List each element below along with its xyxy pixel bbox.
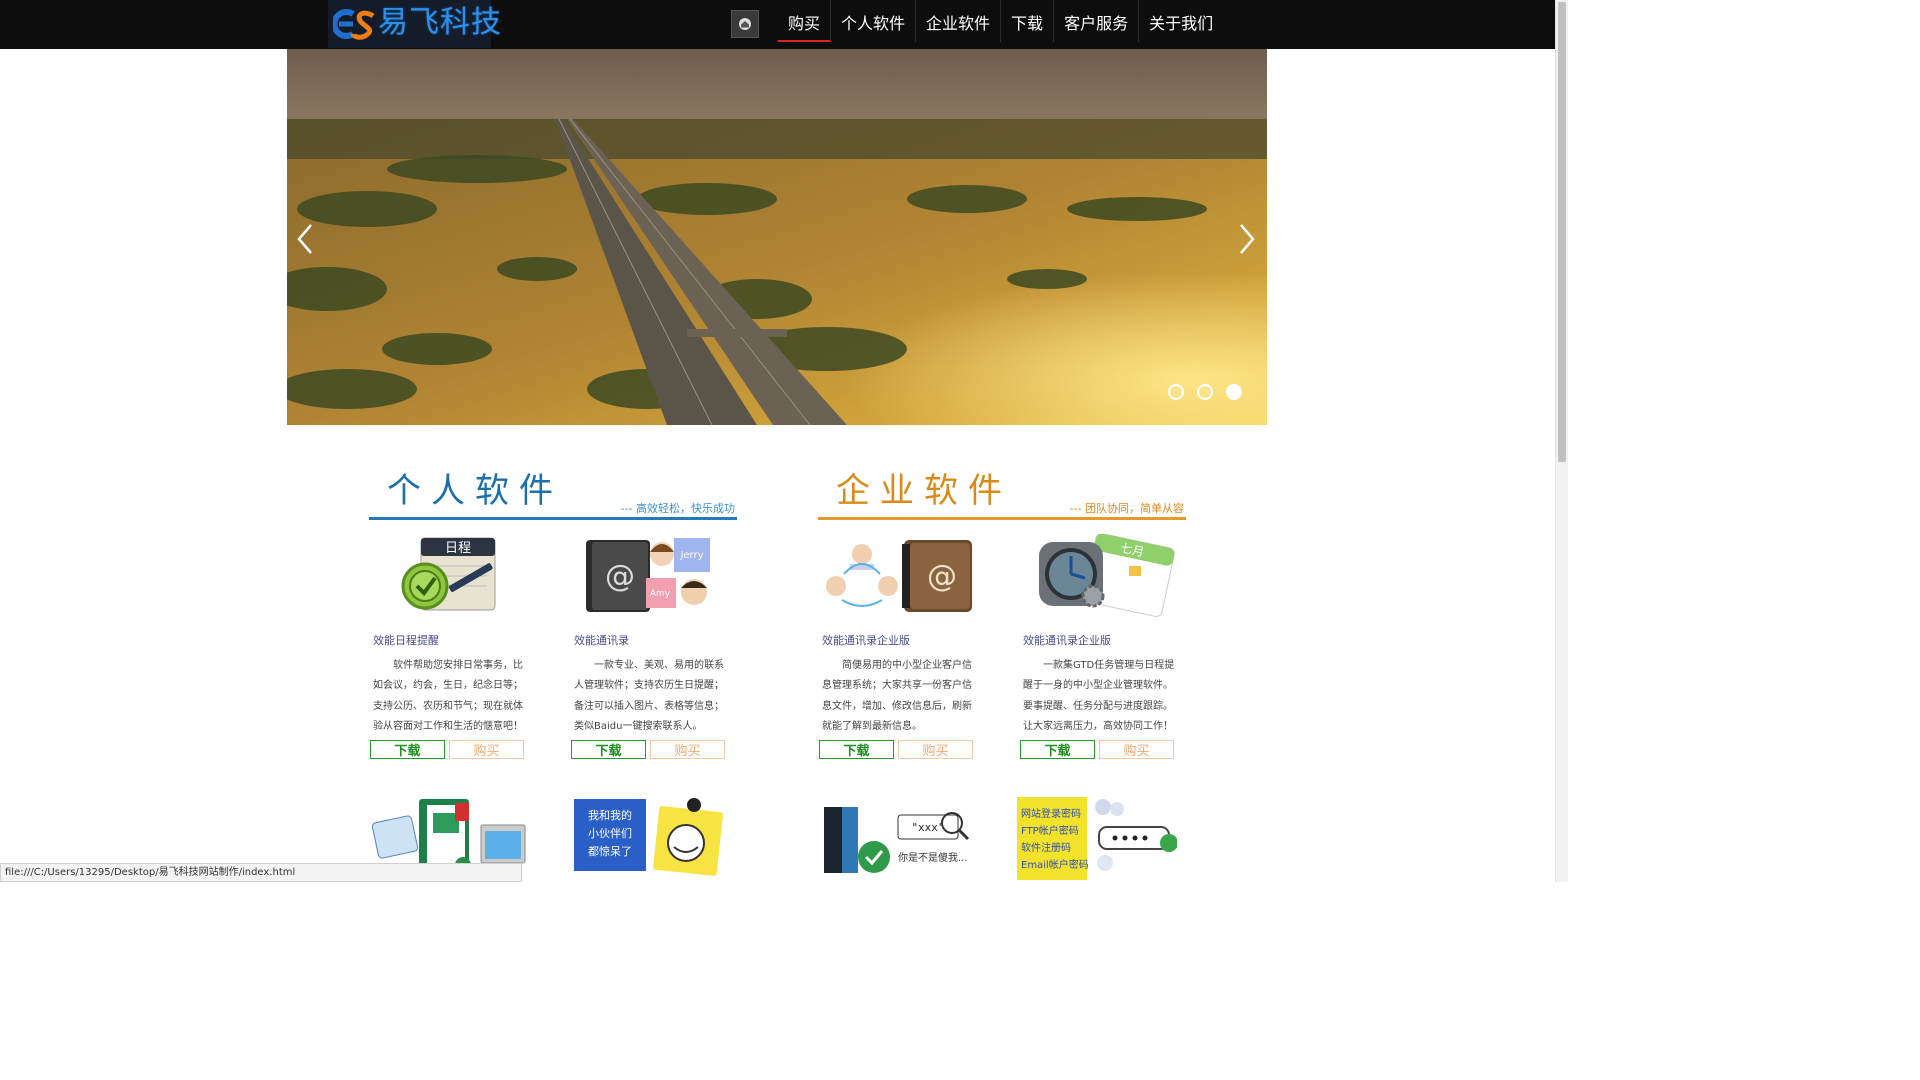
section-title: 企业软件 [836,471,1012,511]
nav-customer-service[interactable]: 客户服务 [1054,0,1140,42]
carousel-dot-3[interactable] [1226,384,1242,400]
svg-text:软件注册码: 软件注册码 [1021,841,1071,854]
svg-text:网站登录密码: 网站登录密码 [1021,807,1081,820]
product-description: 软件帮助您安排日常事务，比如会议，约会，生日，纪念日等；支持公历、农历和节气；现… [373,660,523,733]
product-name[interactable]: 效能日程提醒 [369,632,529,648]
home-button[interactable] [731,10,759,38]
section-divider [818,517,1186,520]
product-name[interactable]: 效能通讯录企业版 [818,632,978,648]
browser-status-bar: file:///C:/Users/13295/Desktop/易飞科技网站制作/… [0,863,522,882]
svg-text:小伙伴们: 小伙伴们 [588,826,632,840]
download-button[interactable]: 下载 [370,740,445,759]
carousel-prev-arrow-icon[interactable] [291,219,321,259]
buy-button[interactable]: 购买 [898,740,973,759]
hero-image [287,49,1267,425]
product-thumbnail-bookmark-search[interactable]: "xxx" 你是不是傻我... [818,795,978,880]
svg-text:你是不是傻我...: 你是不是傻我... [898,851,968,864]
product-description: 简便易用的中小型企业客户信息管理系统；大家共享一份客户信息文件，增加、修改信息后… [822,660,972,733]
enterprise-software-header: 企业软件 --- 团队协同，简单从容 [818,468,1186,520]
enterprise-contacts-thumbnail: @ [818,534,978,620]
product-card-enterprise-gtd: 七月 效能通讯录企业版 一款集GTD任务管理与日程提醒于一身的中小型企业管理软件… [1019,533,1179,759]
carousel-indicators [1168,384,1242,400]
svg-text:@: @ [927,559,957,594]
buy-button[interactable]: 购买 [650,740,725,759]
product-thumbnail-password-manager[interactable]: 网站登录密码 FTP帐户密码 软件注册码 Email帐户密码 [1017,797,1178,882]
svg-text:Amy: Amy [650,589,671,599]
download-button[interactable]: 下载 [571,740,646,759]
product-description: 一款集GTD任务管理与日程提醒于一身的中小型企业管理软件。要事提醒、任务分配与进… [1023,660,1175,733]
schedule-thumbnail: 日程 [369,534,529,620]
nav-enterprise-software[interactable]: 企业软件 [916,0,1002,42]
nav-download[interactable]: 下载 [1001,0,1055,42]
download-button[interactable]: 下载 [1020,740,1095,759]
section-title: 个人软件 [387,471,563,511]
brand-name: 易飞科技 [378,5,502,40]
browser-viewport: 易飞科技 购买 个人软件 企业软件 下载 客户服务 关于我们 个人软件 --- … [0,0,1555,882]
product-name[interactable]: 效能通讯录企业版 [1019,632,1179,648]
shared-address-book-icon: @ [826,540,972,612]
es-logo-icon [333,9,375,40]
enterprise-gtd-thumbnail: 七月 [1019,533,1179,620]
sticky-note-icon: 我和我的 小伙伴们 都惊呆了 [574,798,723,876]
svg-text:Jerry: Jerry [679,550,703,561]
product-card-contacts: @ Jerry Amy 效能通讯录 一款专业、美观、易用的联系人管理软件；支持农… [570,534,730,759]
svg-text:FTP帐户密码: FTP帐户密码 [1021,824,1079,837]
hero-carousel[interactable] [287,49,1267,425]
product-card-enterprise-contacts: @ 效能通讯录企业版 简便易用的中小型企业客户信息管理系统；大家共享一份客户信息… [818,534,978,759]
site-logo[interactable]: 易飞科技 [328,0,501,48]
home-icon [739,18,751,30]
nav-personal-software[interactable]: 个人软件 [831,0,917,42]
section-slogan: --- 高效轻松，快乐成功 [620,502,735,515]
scrollbar-thumb[interactable] [1558,2,1566,462]
section-slogan: --- 团队协同，简单从容 [1069,502,1184,515]
clock-calendar-gear-icon: 七月 [1039,533,1175,617]
product-thumbnail-sticky-note[interactable]: 我和我的 小伙伴们 都惊呆了 [570,795,730,880]
nav-about-us[interactable]: 关于我们 [1139,0,1223,42]
buy-button[interactable]: 购买 [1099,740,1174,759]
svg-text:"xxx": "xxx" [911,821,944,834]
download-button[interactable]: 下载 [819,740,894,759]
carousel-dot-1[interactable] [1168,384,1184,400]
svg-text:@: @ [605,559,635,594]
calendar-clock-icon: 日程 [401,537,496,611]
contacts-thumbnail: @ Jerry Amy [570,534,730,620]
address-book-icon: @ Jerry Amy [586,538,710,612]
svg-text:都惊呆了: 都惊呆了 [588,844,632,858]
carousel-dot-2[interactable] [1197,384,1213,400]
section-divider [369,517,737,520]
svg-text:Email帐户密码: Email帐户密码 [1021,858,1089,871]
svg-text:我和我的: 我和我的 [588,808,632,822]
main-nav: 购买 个人软件 企业软件 下载 客户服务 关于我们 [778,0,1223,49]
buy-button[interactable]: 购买 [449,740,524,759]
product-name[interactable]: 效能通讯录 [570,632,730,648]
top-navigation-bar: 易飞科技 购买 个人软件 企业软件 下载 客户服务 关于我们 [0,0,1555,49]
carousel-next-arrow-icon[interactable] [1231,219,1261,259]
personal-software-header: 个人软件 --- 高效轻松，快乐成功 [369,468,737,520]
password-manager-icon: 网站登录密码 FTP帐户密码 软件注册码 Email帐户密码 [1017,797,1178,880]
product-description: 一款专业、美观、易用的联系人管理软件；支持农历生日提醒；备注可以插入图片、表格等… [574,660,724,733]
nav-buy[interactable]: 购买 [778,0,832,42]
vertical-scrollbar[interactable] [1555,0,1568,882]
svg-text:日程: 日程 [445,541,471,556]
product-card-schedule-reminder: 日程 效能日程提醒 软件帮助您安排日常事务，比如会议，约会，生日，纪念日等；支持… [369,534,529,759]
bookmark-search-icon: "xxx" 你是不是傻我... [824,807,970,873]
